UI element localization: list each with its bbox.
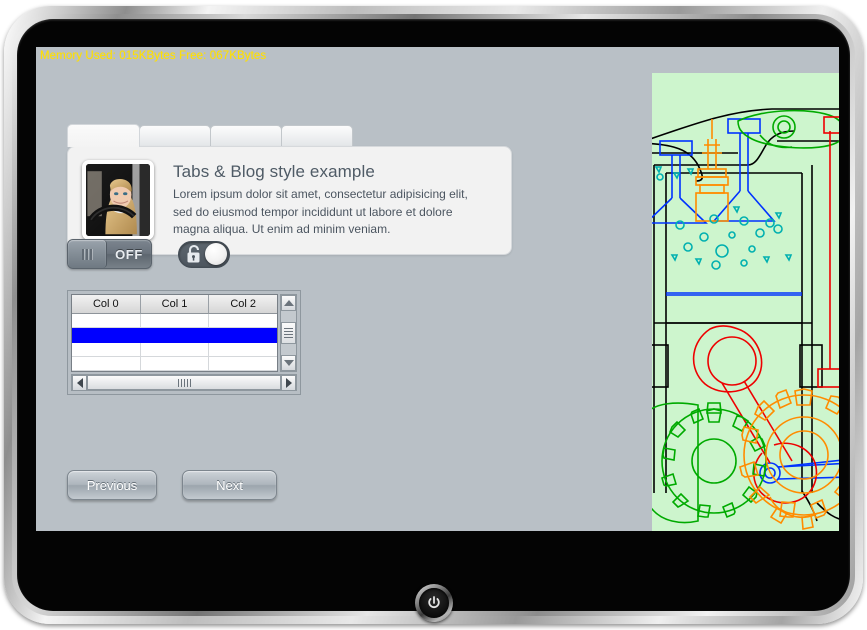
column-header-0[interactable]: Col 0 xyxy=(72,295,141,314)
horizontal-scroll-track[interactable] xyxy=(87,375,281,390)
table-cell[interactable] xyxy=(72,342,141,357)
vertical-scroll-thumb[interactable] xyxy=(281,322,296,344)
avatar[interactable] xyxy=(82,160,154,240)
horizontal-scroll-thumb[interactable] xyxy=(87,375,281,390)
blog-text: Tabs & Blog style example Lorem ipsum do… xyxy=(173,160,473,240)
grip-lines-icon xyxy=(82,248,92,260)
scroll-up-button[interactable] xyxy=(281,295,296,311)
table-cell[interactable] xyxy=(72,328,141,343)
tab-row xyxy=(67,124,512,147)
open-padlock-icon xyxy=(187,244,200,263)
table-row[interactable] xyxy=(72,356,278,371)
power-button[interactable] xyxy=(414,584,453,622)
table-cell[interactable] xyxy=(209,328,278,343)
navigation-buttons: Previous Next xyxy=(67,470,277,500)
triangle-right-icon xyxy=(285,377,292,388)
table-cell[interactable] xyxy=(72,314,141,329)
table-row[interactable] xyxy=(72,342,278,357)
previous-button[interactable]: Previous xyxy=(67,470,157,500)
vertical-scrollbar[interactable] xyxy=(280,294,297,372)
triangle-up-icon xyxy=(283,300,294,306)
table-cell[interactable] xyxy=(72,356,141,371)
data-table-widget[interactable]: Col 0 Col 1 Col 2 xyxy=(67,290,301,395)
device-screen: Memory Used: 015KBytes Free: 067KBytes T… xyxy=(36,47,839,531)
portrait-photo-icon xyxy=(86,164,150,236)
table-cell[interactable] xyxy=(140,328,210,343)
blog-body-text: Lorem ipsum dolor sit amet, consectetur … xyxy=(173,187,468,236)
power-icon xyxy=(427,596,440,609)
switch-state-label: OFF xyxy=(115,246,143,262)
table-main: Col 0 Col 1 Col 2 xyxy=(71,294,297,372)
column-header-2[interactable]: Col 2 xyxy=(209,295,278,314)
table-header-row: Col 0 Col 1 Col 2 xyxy=(72,295,278,314)
tab-1[interactable] xyxy=(139,125,211,147)
tab-2[interactable] xyxy=(210,125,282,147)
table-cell[interactable] xyxy=(209,357,278,371)
table-cell[interactable] xyxy=(140,314,210,329)
tab-0[interactable] xyxy=(67,124,140,147)
switch-handle[interactable] xyxy=(68,240,107,268)
tab-3[interactable] xyxy=(281,125,353,147)
engine-diagram-panel xyxy=(652,73,839,531)
scroll-down-button[interactable] xyxy=(281,355,296,371)
table-cell[interactable] xyxy=(140,342,210,357)
tabs-widget: Tabs & Blog style example Lorem ipsum do… xyxy=(67,124,512,255)
table-row[interactable] xyxy=(72,314,278,329)
memory-status-bar: Memory Used: 015KBytes Free: 067KBytes xyxy=(40,50,267,62)
lock-toggle-knob[interactable] xyxy=(205,243,227,265)
device-frame-outer: Memory Used: 015KBytes Free: 067KBytes T… xyxy=(4,6,863,624)
toggle-row: OFF xyxy=(67,239,230,269)
table-cell[interactable] xyxy=(209,343,278,357)
engine-cylinder-diagram-icon xyxy=(652,108,839,530)
horizontal-scrollbar[interactable] xyxy=(71,374,297,391)
scroll-left-button[interactable] xyxy=(72,374,87,391)
table-grid[interactable]: Col 0 Col 1 Col 2 xyxy=(71,294,278,372)
lock-toggle[interactable] xyxy=(178,240,230,268)
power-button-inner[interactable] xyxy=(418,588,449,618)
table-row-selected[interactable] xyxy=(72,328,278,343)
column-header-1[interactable]: Col 1 xyxy=(140,295,210,314)
device-frame-chrome: Memory Used: 015KBytes Free: 067KBytes T… xyxy=(12,14,855,622)
triangle-left-icon xyxy=(76,377,83,388)
triangle-down-icon xyxy=(283,360,294,366)
table-cell[interactable] xyxy=(209,314,278,329)
table-cell[interactable] xyxy=(140,356,210,371)
scroll-right-button[interactable] xyxy=(281,374,296,391)
device-body: Memory Used: 015KBytes Free: 067KBytes T… xyxy=(17,19,850,622)
on-off-switch[interactable]: OFF xyxy=(67,239,152,269)
next-button[interactable]: Next xyxy=(182,470,277,500)
vertical-scroll-track[interactable] xyxy=(281,311,296,355)
page-title: Tabs & Blog style example xyxy=(173,162,375,181)
